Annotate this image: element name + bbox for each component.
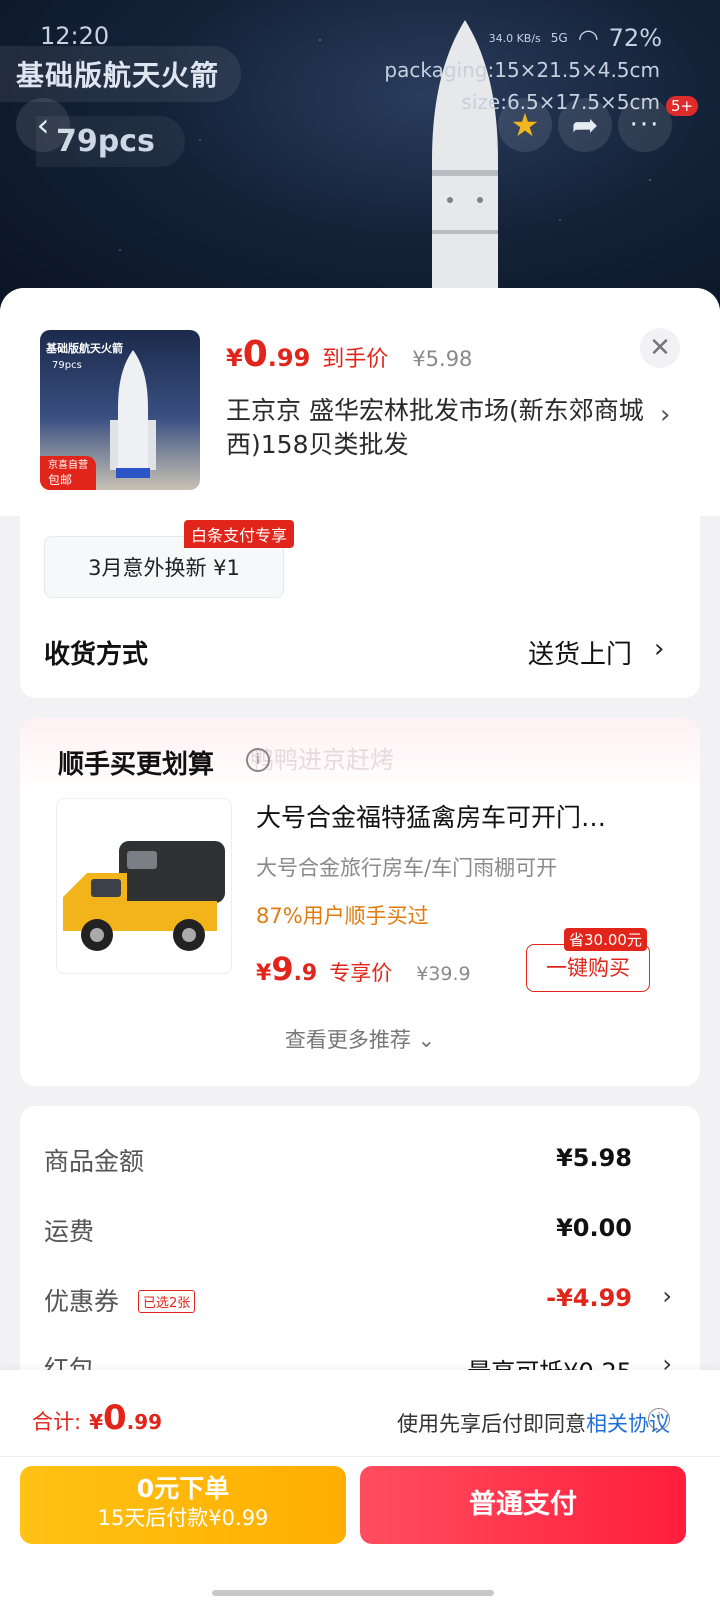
chevron-right-icon: › [654,634,665,664]
more-icon: ··· [629,110,661,140]
price-tag: 到手价 [322,347,389,372]
watermark: 鸭鸭进京赶烤 [250,746,394,774]
total-symbol: ¥ [89,1410,103,1434]
thumb-tag-line1: 京喜自营 [48,460,88,471]
recommend-product-image[interactable] [56,798,232,974]
recommend-title: 顺手买更划算 [58,750,215,780]
pay-later-title: 0元下单 [136,1474,230,1503]
divider [0,1456,720,1457]
more-badge: 5+ [666,96,699,116]
banner-packaging: packaging:15×21.5×4.5cm [384,58,660,82]
product-banner: 基础版航天火箭 79pcs packaging:15×21.5×4.5cm si… [0,0,720,320]
original-price: ¥5.98 [412,347,473,371]
price-integer: 0 [242,334,268,375]
product-price: ¥ 0 .99 到手价 ¥5.98 [226,334,472,375]
pay-later-subtitle: 15天后付款¥0.99 [97,1506,269,1530]
normal-pay-button[interactable]: 普通支付 [360,1466,686,1544]
cost-card: 商品金额 ¥5.98 运费 ¥0.00 优惠券 已选2张 -¥4.99 › 红包… [20,1106,700,1406]
shipping-label: 收货方式 [44,640,149,670]
original-price: ¥39.9 [416,963,471,985]
price-decimal: .9 [293,961,318,986]
total-decimal: .99 [126,1410,163,1434]
info-icon[interactable]: i [246,748,270,772]
pay-later-button[interactable]: 0元下单 15天后付款¥0.99 [20,1466,346,1544]
shipping-fee-value: ¥0.00 [556,1214,632,1242]
banner-title: 基础版航天火箭 [0,46,242,102]
star-icon: ★ [510,106,540,144]
back-button[interactable]: ‹ [16,98,70,152]
thumb-rocket-icon [110,350,156,478]
coupon-tag: 已选2张 [138,1290,196,1313]
thumb-tag-line2: 包邮 [48,473,73,487]
price-integer: 9 [271,950,294,988]
recommend-name[interactable]: 大号合金福特猛禽房车可开门… [256,798,656,834]
net-speed: 34.0 KB/s [488,31,541,45]
chevron-right-icon: › [660,400,671,430]
battery-level: 72% [608,24,662,52]
recommend-card: 鸭鸭进京赶烤 顺手买更划算 i 大号合金福特猛禽房车可开门… 大号合金旅行房车/… [20,718,700,1086]
shipping-value[interactable]: 送货上门 [528,634,632,671]
thumb-tag: 京喜自营 包邮 [40,456,96,490]
price-tag: 专享价 [329,961,393,985]
service-badge: 白条支付专享 [184,520,295,548]
price-symbol: ¥ [256,961,272,986]
info-icon[interactable]: i [648,1408,670,1430]
recommend-price: ¥ 9 .9 专享价 ¥39.9 [256,950,471,988]
price-symbol: ¥ [226,344,243,372]
order-total: 合计: ¥ 0 .99 [32,1398,162,1438]
truck-icon [63,841,225,951]
close-icon: ✕ [649,333,671,363]
chevron-right-icon: › [662,1282,672,1310]
total-integer: 0 [103,1398,127,1438]
delivery-address[interactable]: 王京京 盛华宏林批发市场(新东郊商城西)158贝类批发 [226,394,646,462]
agreement-prefix: 使用先享后付即同意 [397,1412,586,1436]
total-label: 合计: [32,1410,82,1434]
product-thumbnail: 基础版航天火箭 79pcs 京喜自营 包邮 [40,330,200,490]
thumb-pcs: 79pcs [52,360,82,371]
status-time: 12:20 [40,22,110,50]
price-decimal: .99 [267,344,311,372]
more-recommend-link[interactable]: 查看更多推荐 ⌄ [20,1024,700,1054]
more-button[interactable]: ··· [618,98,672,152]
save-badge: 省30.00元 [564,928,647,951]
network-label: 5G [550,31,568,45]
coupon-label: 优惠券 [44,1287,120,1316]
shipping-fee-label: 运费 [44,1217,95,1246]
close-button[interactable]: ✕ [640,328,680,368]
share-icon: ➦ [571,106,599,144]
status-icons: 34.0 KB/s 5G ◠ 72% [489,24,662,52]
coupon-value[interactable]: -¥4.99 [546,1284,632,1312]
agreement-text: 使用先享后付即同意相关协议 [397,1408,670,1438]
one-click-buy-button[interactable]: 一键购买 [526,944,650,992]
back-icon: ‹ [36,106,50,144]
wifi-icon: ◠ [577,24,599,52]
checkout-footer: 合计: ¥ 0 .99 使用先享后付即同意相关协议 i 0元下单 15天后付款¥… [0,1370,720,1600]
subtotal-label: 商品金额 [44,1147,145,1176]
favorite-button[interactable]: ★ [498,98,552,152]
subtotal-value: ¥5.98 [556,1144,632,1172]
home-indicator[interactable] [212,1590,494,1596]
share-button[interactable]: ➦ [558,98,612,152]
sheet-header: 基础版航天火箭 79pcs 京喜自营 包邮 ¥ 0 .99 到手价 ¥5.98 … [0,288,720,516]
service-card: 3月意外换新 ¥1 白条支付专享 收货方式 送货上门 › [20,516,700,698]
recommend-subtitle: 大号合金旅行房车/车门雨棚可开 [256,856,558,880]
recommend-stat: 87%用户顺手买过 [256,904,429,928]
